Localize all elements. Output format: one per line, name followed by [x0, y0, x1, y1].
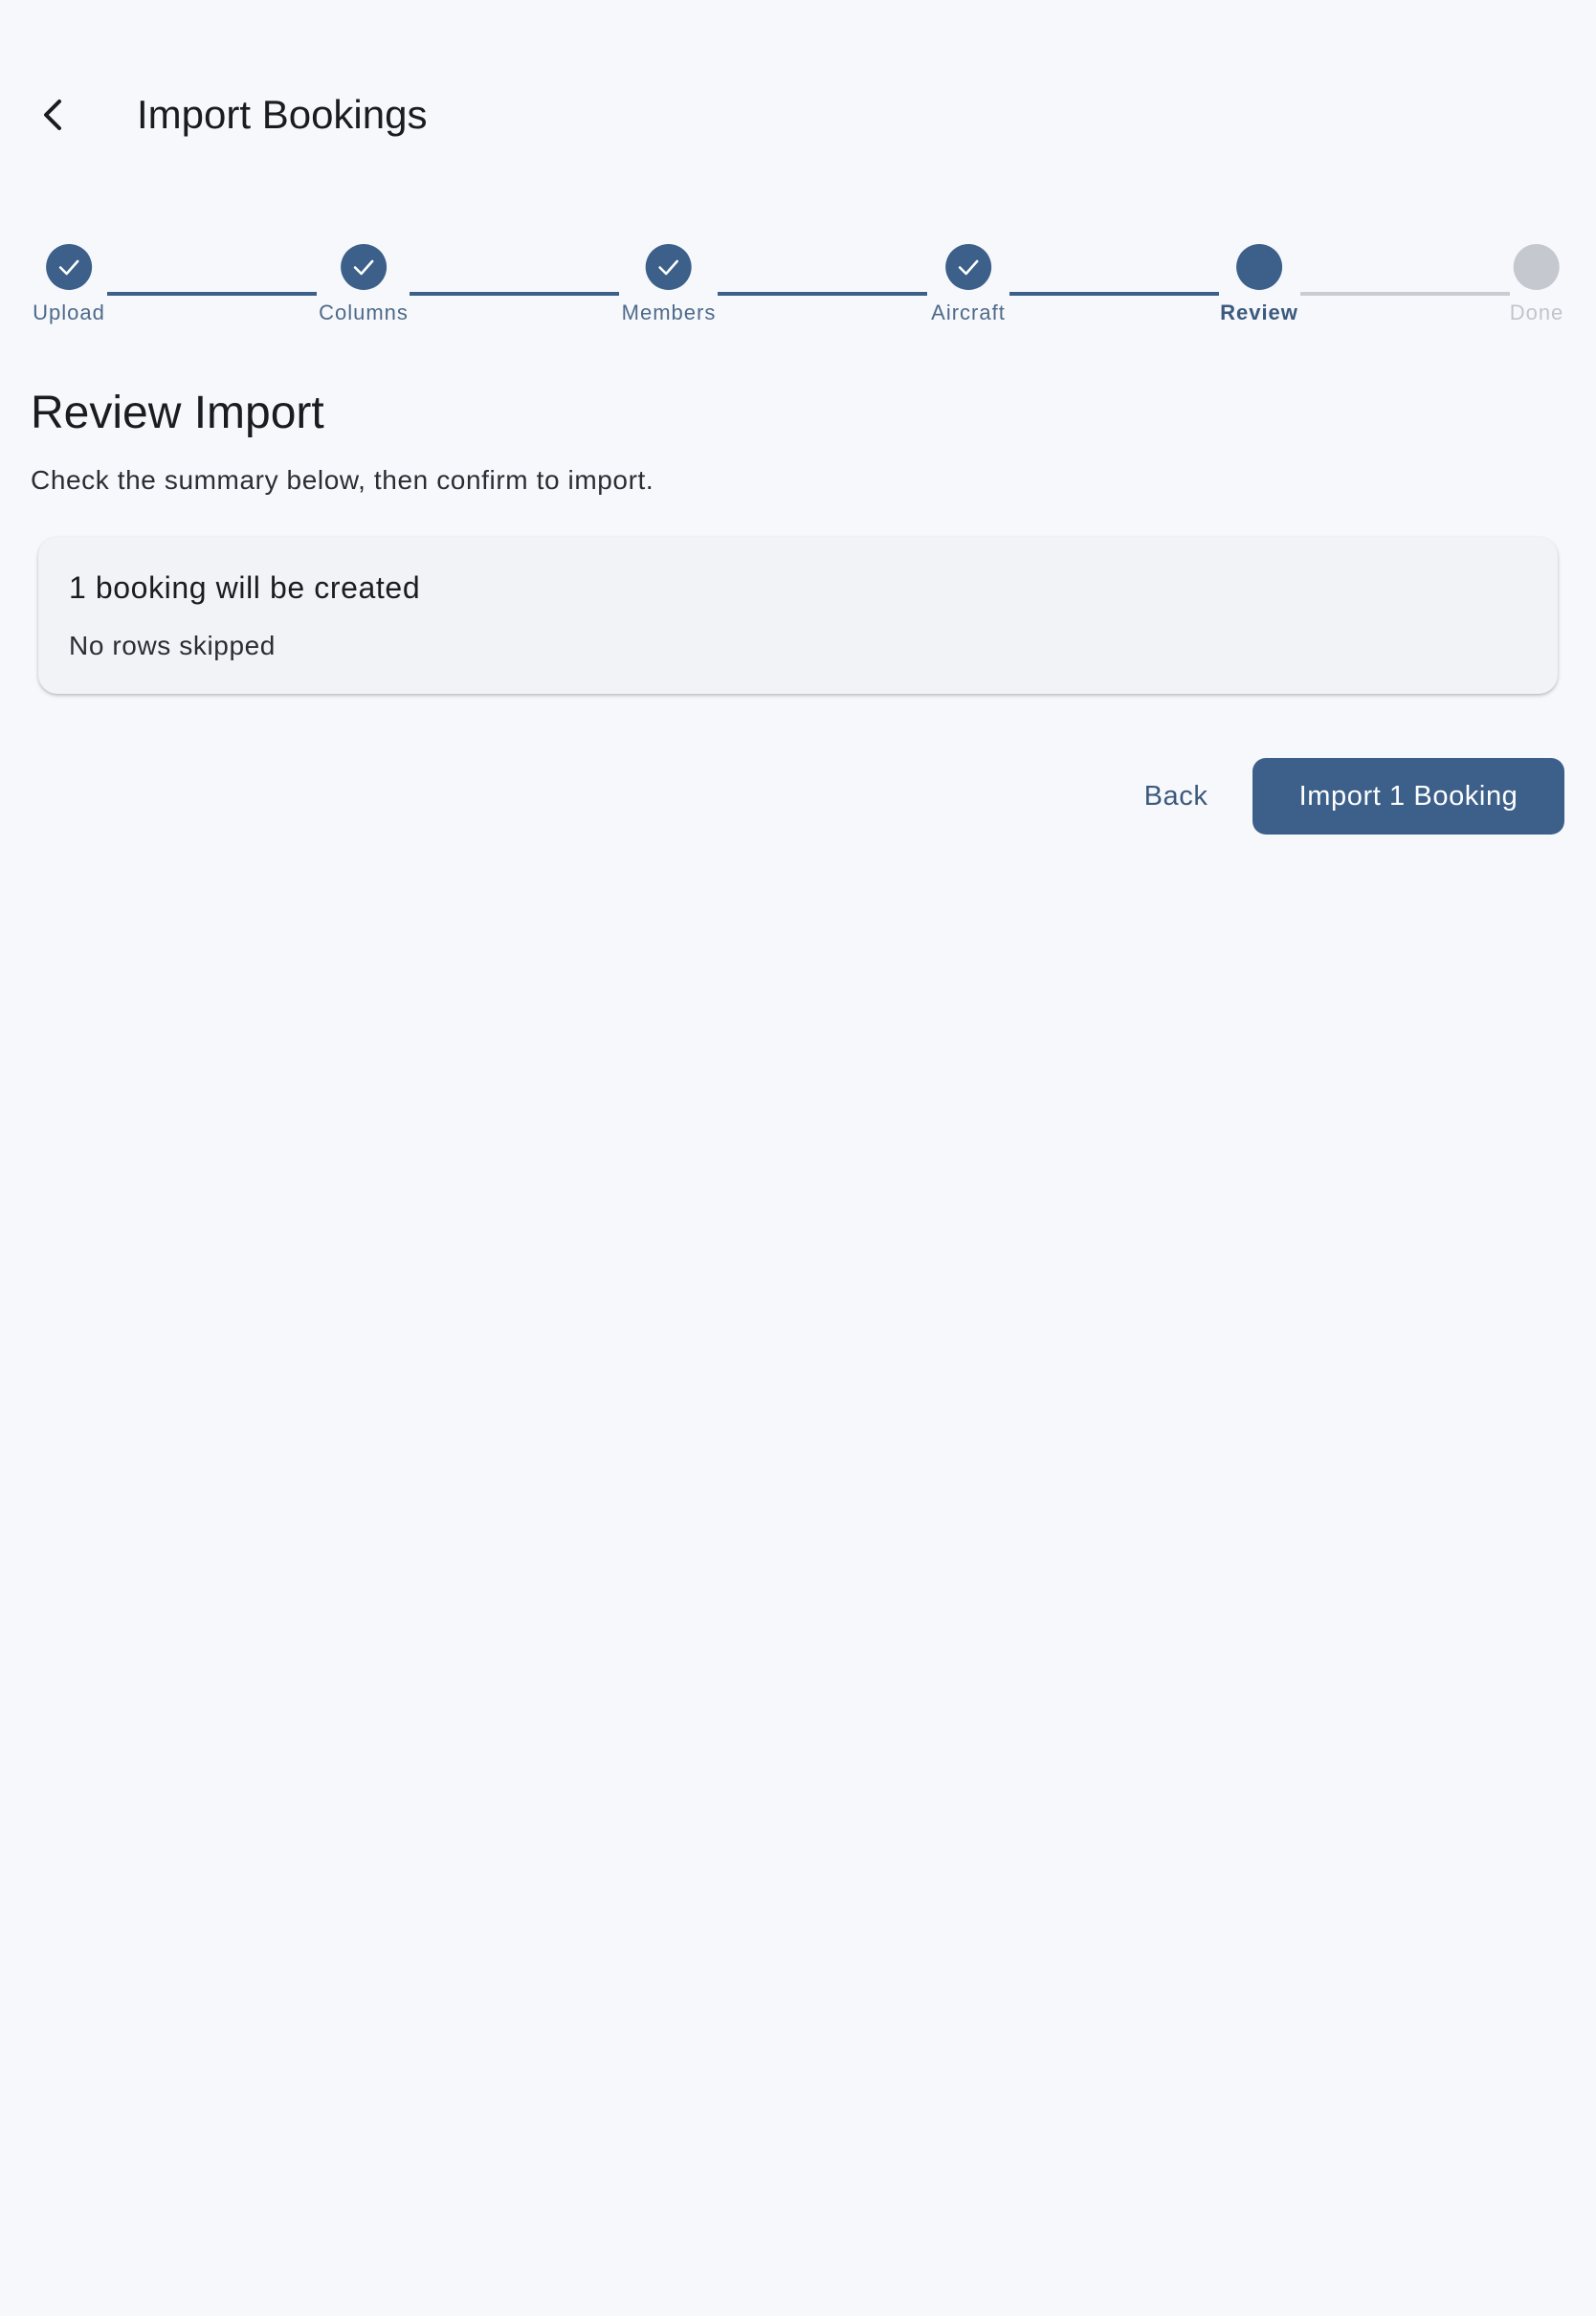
back-navigation-button[interactable]	[15, 77, 92, 153]
step-done: Done	[1510, 244, 1564, 325]
step-complete-indicator	[945, 244, 991, 290]
step-complete-indicator	[646, 244, 692, 290]
step-aircraft: Aircraft	[931, 244, 1006, 325]
step-connector	[718, 292, 927, 296]
check-icon	[58, 259, 79, 276]
step-label: Columns	[319, 301, 409, 324]
step-complete-indicator	[46, 244, 92, 290]
import-stepper: Upload Columns Members Aircraft Review D…	[0, 244, 1596, 340]
step-upload: Upload	[33, 244, 105, 325]
app-bar: Import Bookings	[0, 0, 1596, 230]
step-connector	[1009, 292, 1219, 296]
summary-heading: 1 booking will be created	[69, 570, 421, 605]
step-label: Upload	[33, 301, 105, 324]
import-bookings-button[interactable]: Import 1 Booking	[1252, 758, 1564, 835]
section-subtitle: Check the summary below, then confirm to…	[31, 465, 654, 495]
section-title: Review Import	[31, 388, 324, 438]
step-review: Review	[1220, 244, 1298, 325]
step-connector	[410, 292, 619, 296]
step-columns: Columns	[319, 244, 409, 325]
step-pending-indicator	[1514, 244, 1560, 290]
step-complete-indicator	[341, 244, 387, 290]
step-label: Members	[621, 301, 717, 324]
check-icon	[353, 259, 374, 276]
check-icon	[658, 259, 679, 276]
import-summary-card: 1 booking will be created No rows skippe…	[38, 537, 1558, 694]
step-label: Aircraft	[931, 301, 1006, 324]
step-members: Members	[622, 244, 717, 325]
back-button[interactable]: Back	[1118, 758, 1234, 835]
page-title: Import Bookings	[137, 92, 428, 137]
summary-detail: No rows skipped	[69, 631, 276, 660]
step-connector	[1300, 292, 1510, 296]
chevron-left-icon	[44, 100, 61, 130]
step-label: Review	[1220, 301, 1298, 324]
step-connector	[107, 292, 317, 296]
step-label: Done	[1509, 301, 1564, 324]
check-icon	[958, 259, 979, 276]
step-active-indicator	[1235, 244, 1282, 290]
